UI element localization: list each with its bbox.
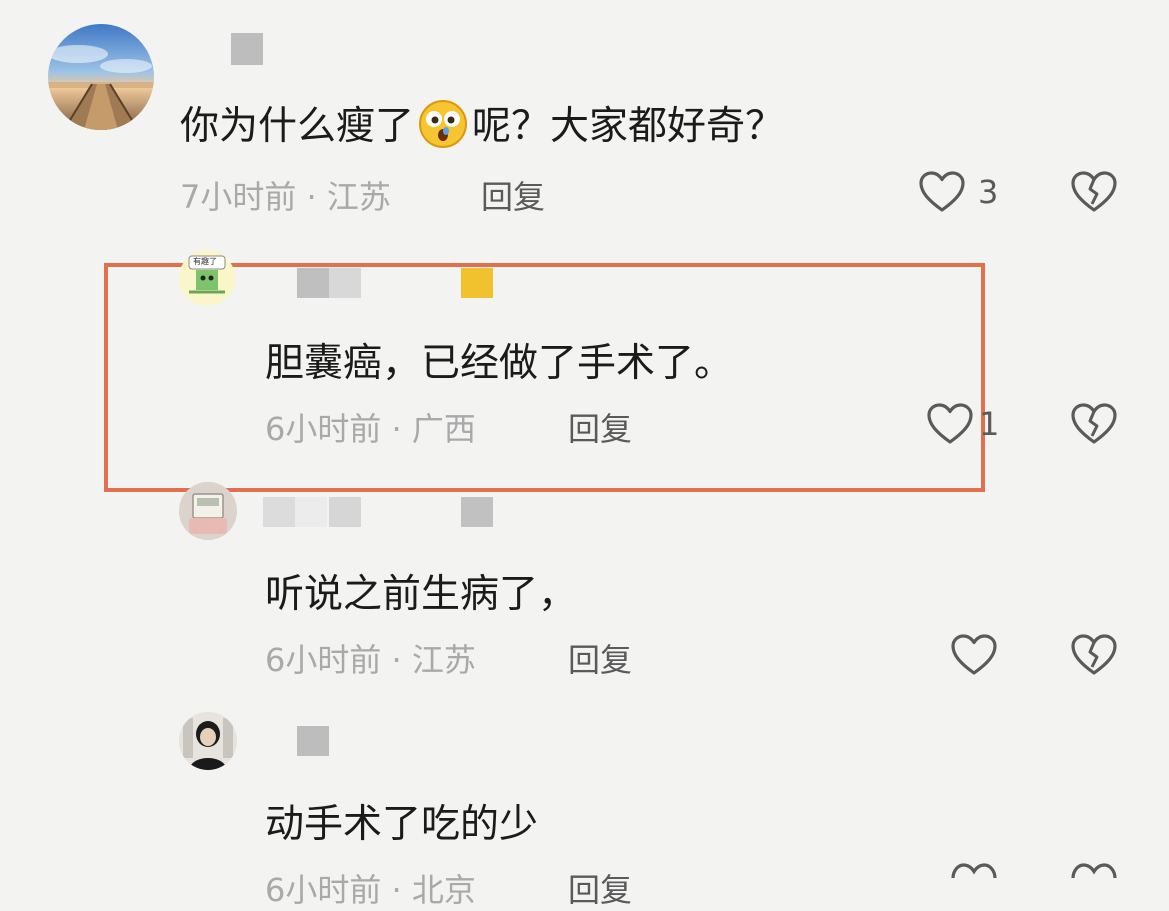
username-placeholder[interactable]: [297, 726, 329, 756]
user-badge: [461, 497, 493, 527]
avatar-sticker[interactable]: 有趣了: [179, 250, 235, 306]
comment-text: 听说之前生病了，: [265, 572, 578, 617]
comment-text: 动手术了吃的少: [265, 802, 539, 847]
dislike-broken-heart-icon[interactable]: [1070, 633, 1118, 681]
username-placeholder[interactable]: [231, 33, 263, 65]
avatar-person[interactable]: [179, 712, 237, 770]
username-placeholder[interactable]: [263, 497, 295, 527]
reply-button[interactable]: 回复: [568, 635, 632, 681]
username-placeholder[interactable]: [329, 268, 361, 298]
astonished-face-emoji-icon: [418, 99, 468, 159]
person-avatar-image: [179, 712, 237, 770]
reply-button[interactable]: 回复: [568, 865, 632, 911]
device-photo-avatar-image: [179, 482, 237, 540]
avatar-photo[interactable]: [179, 482, 237, 540]
avatar-landscape[interactable]: [48, 24, 154, 130]
like-heart-icon[interactable]: [950, 862, 998, 883]
like-count: 1: [979, 405, 1000, 443]
comment-meta: 7小时前 · 江苏: [180, 178, 391, 216]
comment-meta: 6小时前 · 江苏: [265, 641, 476, 679]
comment-meta: 6小时前 · 北京: [265, 871, 476, 909]
dislike-broken-heart-icon[interactable]: [1070, 402, 1118, 450]
reply-button[interactable]: 回复: [481, 172, 545, 218]
dislike-broken-heart-icon[interactable]: [1070, 170, 1118, 218]
reply-button[interactable]: 回复: [568, 404, 632, 450]
username-placeholder[interactable]: [297, 268, 329, 298]
comment-meta: 6小时前 · 广西: [265, 410, 476, 448]
comment-text-part: 呢？大家都好奇？: [472, 104, 785, 149]
like-heart-icon[interactable]: [950, 633, 998, 681]
like-heart-icon[interactable]: [918, 170, 966, 218]
comment-text: 你为什么瘦了 呢？大家都好奇？: [180, 95, 784, 159]
sticker-text: 有趣了: [193, 257, 217, 266]
dislike-broken-heart-icon[interactable]: [1070, 862, 1118, 883]
comment-text-part: 你为什么瘦了: [180, 104, 415, 149]
landscape-avatar-image: [48, 24, 154, 130]
username-placeholder[interactable]: [295, 497, 327, 527]
username-placeholder[interactable]: [329, 497, 361, 527]
like-heart-icon[interactable]: [926, 402, 974, 450]
comment-text: 胆囊癌，已经做了手术了。: [265, 341, 734, 386]
like-count: 3: [978, 173, 999, 211]
user-badge: [461, 268, 493, 298]
